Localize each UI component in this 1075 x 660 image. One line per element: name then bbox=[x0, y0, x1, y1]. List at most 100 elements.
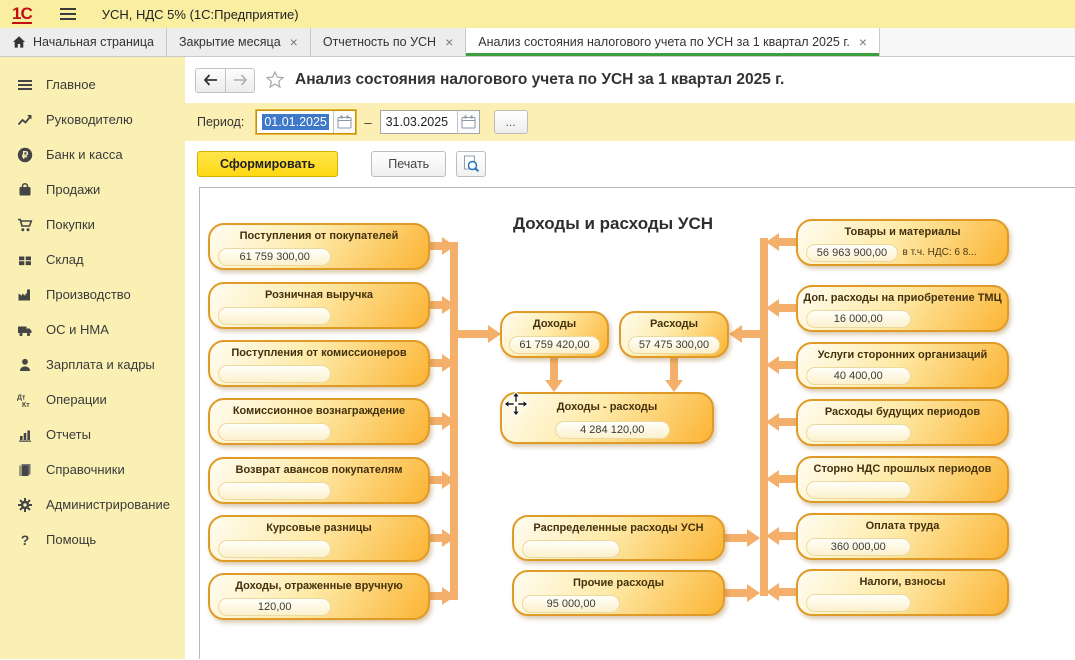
box-label: Доходы - расходы bbox=[507, 401, 707, 413]
calendar-icon[interactable] bbox=[333, 111, 355, 133]
box-label: Розничная выручка bbox=[215, 289, 423, 301]
sidebar-item-label: Производство bbox=[46, 287, 131, 302]
diagram-box[interactable]: Оплата труда360 000,00 bbox=[796, 513, 1009, 560]
diagram-box[interactable]: Расходы57 475 300,00 bbox=[619, 311, 729, 358]
diagram-box[interactable]: Доходы - расходы 4 284 120,00 bbox=[500, 392, 714, 444]
box-value: 16 000,00 bbox=[806, 310, 911, 328]
flow-arrow-shaft bbox=[430, 592, 442, 600]
sidebar-item-production[interactable]: Производство bbox=[0, 277, 185, 312]
flow-arrow-shaft bbox=[779, 238, 796, 246]
close-icon[interactable]: × bbox=[445, 35, 453, 49]
sidebar-item-payroll-hr[interactable]: Зарплата и кадры bbox=[0, 347, 185, 382]
flow-arrow-shaft bbox=[430, 301, 442, 309]
period-to-value[interactable]: 31.03.2025 bbox=[386, 115, 449, 129]
diagram-box[interactable]: Сторно НДС прошлых периодов bbox=[796, 456, 1009, 503]
diagram-box[interactable]: Распределенные расходы УСН bbox=[512, 515, 725, 561]
tab-label: Отчетность по УСН bbox=[323, 35, 436, 49]
sidebar-item-label: Отчеты bbox=[46, 427, 91, 442]
help-icon: ? bbox=[16, 532, 34, 548]
flow-arrowhead bbox=[665, 380, 683, 392]
sidebar-item-administration[interactable]: Администрирование bbox=[0, 487, 185, 522]
period-more-button[interactable]: ... bbox=[494, 110, 528, 134]
box-label: Расходы будущих периодов bbox=[803, 406, 1002, 418]
tab-bar: Начальная страница Закрытие месяца × Отч… bbox=[0, 28, 1075, 57]
period-to-field[interactable]: 31.03.2025 bbox=[380, 110, 480, 134]
sidebar-item-purchases[interactable]: Покупки bbox=[0, 207, 185, 242]
box-value bbox=[806, 424, 911, 442]
box-value: 4 284 120,00 bbox=[555, 421, 671, 439]
flow-arrowhead bbox=[766, 583, 779, 601]
flow-arrow-shaft bbox=[430, 242, 442, 250]
diagram-box[interactable]: Возврат авансов покупателям bbox=[208, 457, 430, 504]
flow-arrowhead bbox=[442, 587, 455, 605]
box-value bbox=[218, 307, 331, 325]
box-label: Услуги сторонних организаций bbox=[803, 349, 1002, 361]
diagram-box[interactable]: Розничная выручка bbox=[208, 282, 430, 329]
flow-arrowhead bbox=[766, 233, 779, 251]
diagram-box[interactable]: Прочие расходы95 000,00 bbox=[512, 570, 725, 616]
diagram-box[interactable]: Расходы будущих периодов bbox=[796, 399, 1009, 446]
period-from-value[interactable]: 01.01.2025 bbox=[262, 114, 329, 130]
sidebar-item-directories[interactable]: Справочники bbox=[0, 452, 185, 487]
box-value bbox=[806, 481, 911, 499]
diagram-box[interactable]: Доп. расходы на приобретение ТМЦ 16 000,0… bbox=[796, 285, 1009, 332]
period-label: Период: bbox=[197, 115, 244, 129]
diagram-box[interactable]: Налоги, взносы bbox=[796, 569, 1009, 616]
preview-button[interactable] bbox=[456, 151, 486, 177]
sidebar-item-label: Зарплата и кадры bbox=[46, 357, 155, 372]
sidebar-item-sales[interactable]: Продажи bbox=[0, 172, 185, 207]
close-icon[interactable]: × bbox=[859, 35, 867, 49]
period-from-field[interactable]: 01.01.2025 bbox=[256, 110, 356, 134]
box-label: Распределенные расходы УСН bbox=[519, 522, 718, 534]
sidebar-item-manager[interactable]: Руководителю bbox=[0, 102, 185, 137]
box-label: Доходы bbox=[507, 318, 602, 330]
1c-logo: 1С bbox=[12, 5, 32, 24]
sidebar-item-bank-cash[interactable]: ₽ Банк и касса bbox=[0, 137, 185, 172]
diagram-box[interactable]: Услуги сторонних организаций40 400,00 bbox=[796, 342, 1009, 389]
box-value bbox=[522, 540, 620, 558]
back-button[interactable] bbox=[196, 69, 225, 92]
flow-arrow-shaft bbox=[550, 358, 558, 380]
sidebar-item-warehouse[interactable]: Склад bbox=[0, 242, 185, 277]
forward-button[interactable] bbox=[225, 69, 254, 92]
print-button[interactable]: Печать bbox=[371, 151, 446, 177]
generate-button[interactable]: Сформировать bbox=[197, 151, 338, 177]
tab-home[interactable]: Начальная страница bbox=[0, 28, 167, 56]
box-note: в т.ч. НДС: 6 8... bbox=[903, 247, 1004, 258]
diagram-box[interactable]: Поступления от покупателей61 759 300,00 bbox=[208, 223, 430, 270]
home-icon bbox=[12, 35, 26, 49]
flow-arrow-shaft bbox=[779, 304, 796, 312]
diagram-box[interactable]: Товары и материалы56 963 900,00в т.ч. НД… bbox=[796, 219, 1009, 266]
flow-arrow-shaft bbox=[779, 361, 796, 369]
window-title: УСН, НДС 5% (1С:Предприятие) bbox=[102, 7, 299, 22]
flow-arrowhead bbox=[442, 296, 455, 314]
calendar-icon[interactable] bbox=[457, 111, 479, 133]
tab-month-closing[interactable]: Закрытие месяца × bbox=[167, 28, 311, 56]
diagram-box[interactable]: Поступления от комиссионеров bbox=[208, 340, 430, 387]
box-label: Доп. расходы на приобретение ТМЦ bbox=[803, 292, 1002, 304]
box-label: Поступления от комиссионеров bbox=[215, 347, 423, 359]
close-icon[interactable]: × bbox=[290, 35, 298, 49]
tab-usn-reporting[interactable]: Отчетность по УСН × bbox=[311, 28, 466, 56]
sidebar-item-reports[interactable]: Отчеты bbox=[0, 417, 185, 452]
box-label: Товары и материалы bbox=[803, 226, 1002, 238]
tab-label: Закрытие месяца bbox=[179, 35, 281, 49]
sidebar-item-operations[interactable]: ДтКт Операции bbox=[0, 382, 185, 417]
flow-arrow-shaft bbox=[430, 534, 442, 542]
diagram-box[interactable]: Доходы, отраженные вручную120,00 bbox=[208, 573, 430, 620]
box-label: Поступления от покупателей bbox=[215, 230, 423, 242]
diagram-box[interactable]: Доходы61 759 420,00 bbox=[500, 311, 609, 358]
sidebar-item-help[interactable]: ? Помощь bbox=[0, 522, 185, 557]
favorite-star-icon[interactable] bbox=[265, 70, 285, 90]
flow-arrow-shaft bbox=[725, 589, 747, 597]
diagram-box[interactable]: Курсовые разницы bbox=[208, 515, 430, 562]
factory-icon bbox=[16, 287, 34, 303]
sidebar-item-fixed-assets[interactable]: ОС и НМА bbox=[0, 312, 185, 347]
document-header: Анализ состояния налогового учета по УСН… bbox=[185, 57, 1075, 103]
truck-icon bbox=[16, 322, 34, 338]
box-value bbox=[218, 540, 331, 558]
tab-usn-analysis[interactable]: Анализ состояния налогового учета по УСН… bbox=[466, 28, 880, 56]
diagram-box[interactable]: Комиссионное вознаграждение bbox=[208, 398, 430, 445]
sidebar-item-main[interactable]: Главное bbox=[0, 67, 185, 102]
main-menu-icon[interactable] bbox=[60, 8, 76, 20]
